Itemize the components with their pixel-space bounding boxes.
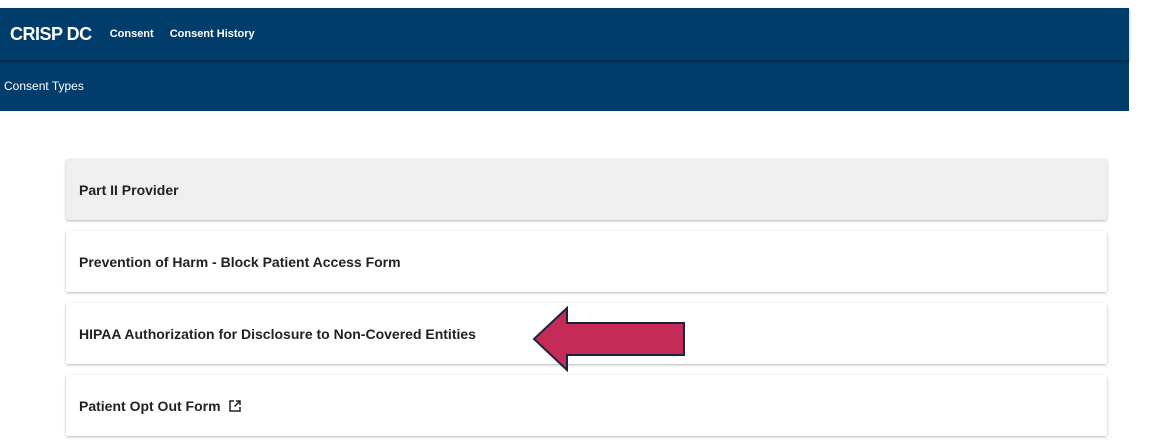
consent-type-patient-opt-out[interactable]: Patient Opt Out Form (66, 375, 1107, 436)
consent-type-label: Patient Opt Out Form (79, 397, 221, 414)
consent-type-list: Part II Provider Prevention of Harm - Bl… (66, 159, 1107, 447)
top-navigation-bar: CRISP DC Consent Consent History (0, 8, 1129, 60)
brand-logo[interactable]: CRISP DC (10, 24, 92, 45)
consent-type-part-ii-provider[interactable]: Part II Provider (66, 159, 1107, 220)
consent-type-label: Part II Provider (79, 181, 179, 198)
nav-link-consent-history[interactable]: Consent History (170, 28, 255, 40)
consent-type-prevention-of-harm[interactable]: Prevention of Harm - Block Patient Acces… (66, 231, 1107, 292)
external-link-icon (228, 399, 242, 413)
left-arrow-annotation (532, 306, 685, 372)
consent-type-label: HIPAA Authorization for Disclosure to No… (79, 325, 476, 342)
nav-link-consent[interactable]: Consent (110, 28, 154, 40)
sub-header-bar: Consent Types (0, 60, 1129, 111)
consent-type-label: Prevention of Harm - Block Patient Acces… (79, 253, 401, 270)
page-title: Consent Types (4, 78, 84, 93)
